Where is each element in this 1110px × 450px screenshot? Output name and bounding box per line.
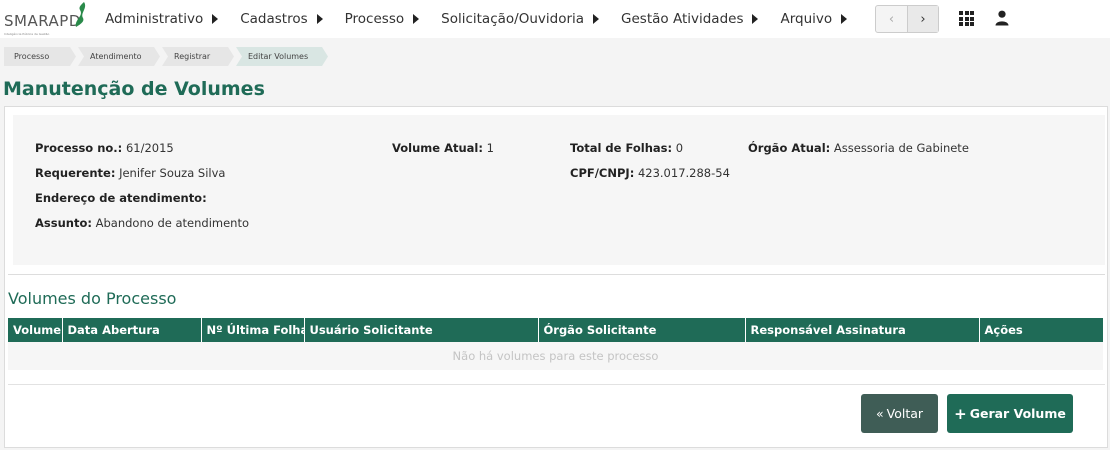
menu-processo[interactable]: Processo <box>344 11 420 27</box>
column-header-usuario-solicitante[interactable]: Usuário Solicitante <box>304 318 539 342</box>
field-value: Jenifer Souza Silva <box>119 166 226 180</box>
requerente-field: Requerente: Jenifer Souza Silva <box>35 166 225 180</box>
volumes-section-title: Volumes do Processo <box>8 289 177 308</box>
table-header-row: Volume Data Abertura Nº Última Folha Usu… <box>8 318 1103 342</box>
caret-right-icon <box>212 14 219 24</box>
breadcrumb-atendimento[interactable]: Atendimento <box>78 47 160 66</box>
column-header-acoes: Ações <box>979 318 1103 342</box>
orgao-atual-field: Órgão Atual: Assessoria de Gabinete <box>748 141 969 155</box>
process-info-box: Processo no.: 61/2015 Volume Atual: 1 To… <box>13 115 1105 265</box>
back-button-label: Voltar <box>886 406 924 421</box>
menu-solicitacao-ouvidoria[interactable]: Solicitação/Ouvidoria <box>441 11 600 27</box>
field-label: Assunto: <box>35 216 92 230</box>
total-folhas-field: Total de Folhas: 0 <box>570 141 683 155</box>
double-chevron-left-icon: « <box>875 406 884 421</box>
assunto-field: Assunto: Abandono de atendimento <box>35 216 249 230</box>
caret-right-icon <box>752 14 759 24</box>
apps-grid-icon[interactable] <box>959 11 974 26</box>
menu-pager: ‹ › <box>875 5 939 33</box>
field-label: CPF/CNPJ: <box>570 166 635 180</box>
leaf-icon <box>75 2 86 27</box>
process-number-field: Processo no.: 61/2015 <box>35 141 174 155</box>
caret-right-icon <box>841 14 848 24</box>
breadcrumb-registrar[interactable]: Registrar <box>162 47 234 66</box>
menu-arquivo[interactable]: Arquivo <box>780 11 848 27</box>
breadcrumb-editar-volumes[interactable]: Editar Volumes <box>236 47 328 66</box>
column-header-responsavel-assinatura[interactable]: Responsável Assinatura <box>745 318 980 342</box>
field-label: Volume Atual: <box>392 141 483 155</box>
menu-label: Gestão Atividades <box>621 11 744 27</box>
menu-label: Administrativo <box>105 11 204 27</box>
main-menu: Administrativo Cadastros Processo Solici… <box>105 0 869 38</box>
column-header-ultima-folha[interactable]: Nº Última Folha <box>201 318 305 342</box>
field-value: 1 <box>486 141 494 155</box>
cpf-cnpj-field: CPF/CNPJ: 423.017.288-54 <box>570 166 730 180</box>
table-row: Não há volumes para este processo <box>8 342 1103 370</box>
field-label: Total de Folhas: <box>570 141 673 155</box>
field-value: Assessoria de Gabinete <box>833 141 969 155</box>
field-label: Processo no.: <box>35 141 123 155</box>
volumes-table: Volume Data Abertura Nº Última Folha Usu… <box>8 318 1103 370</box>
menu-administrativo[interactable]: Administrativo <box>105 11 219 27</box>
logo-text: SMARAPD <box>4 12 81 30</box>
volume-atual-field: Volume Atual: 1 <box>392 141 494 155</box>
column-header-orgao-solicitante[interactable]: Órgão Solicitante <box>538 318 746 342</box>
column-header-data-abertura[interactable]: Data Abertura <box>62 318 202 342</box>
field-value: 0 <box>675 141 684 155</box>
generate-volume-button[interactable]: + Gerar Volume <box>947 394 1073 433</box>
main-panel: Processo no.: 61/2015 Volume Atual: 1 To… <box>4 106 1108 448</box>
prev-button[interactable]: ‹ <box>876 6 907 32</box>
menu-label: Arquivo <box>780 11 833 27</box>
field-value: 423.017.288-54 <box>637 166 730 180</box>
field-label: Endereço de atendimento: <box>35 191 207 205</box>
logo-subtitle: Inteligência Pública de Gestão <box>4 32 50 36</box>
menu-label: Cadastros <box>240 11 308 27</box>
caret-right-icon <box>593 14 600 24</box>
field-value: Abandono de atendimento <box>95 216 249 230</box>
back-button[interactable]: « Voltar <box>861 394 938 433</box>
endereco-field: Endereço de atendimento: <box>35 191 207 205</box>
page-title: Manutenção de Volumes <box>3 78 265 100</box>
caret-right-icon <box>316 14 323 24</box>
field-label: Órgão Atual: <box>748 141 831 155</box>
user-icon[interactable] <box>995 10 1009 26</box>
generate-volume-button-label: Gerar Volume <box>969 406 1066 421</box>
menu-cadastros[interactable]: Cadastros <box>240 11 323 27</box>
field-label: Requerente: <box>35 166 116 180</box>
breadcrumb-processo[interactable]: Processo <box>4 47 76 66</box>
footer-divider <box>8 384 1105 385</box>
menu-label: Processo <box>344 11 405 27</box>
section-divider <box>8 274 1105 275</box>
menu-label: Solicitação/Ouvidoria <box>441 11 585 27</box>
breadcrumb: Processo Atendimento Registrar Editar Vo… <box>4 47 330 66</box>
column-header-volume[interactable]: Volume <box>8 318 63 342</box>
menu-gestao-atividades[interactable]: Gestão Atividades <box>621 11 759 27</box>
caret-right-icon <box>413 14 420 24</box>
plus-icon: + <box>954 404 967 423</box>
top-navbar: SMARAPD Inteligência Pública de Gestão A… <box>0 0 1110 38</box>
field-value: 61/2015 <box>125 141 174 155</box>
app-logo[interactable]: SMARAPD Inteligência Pública de Gestão <box>4 2 90 38</box>
empty-table-message: Não há volumes para este processo <box>8 342 1103 370</box>
next-button[interactable]: › <box>906 6 938 32</box>
